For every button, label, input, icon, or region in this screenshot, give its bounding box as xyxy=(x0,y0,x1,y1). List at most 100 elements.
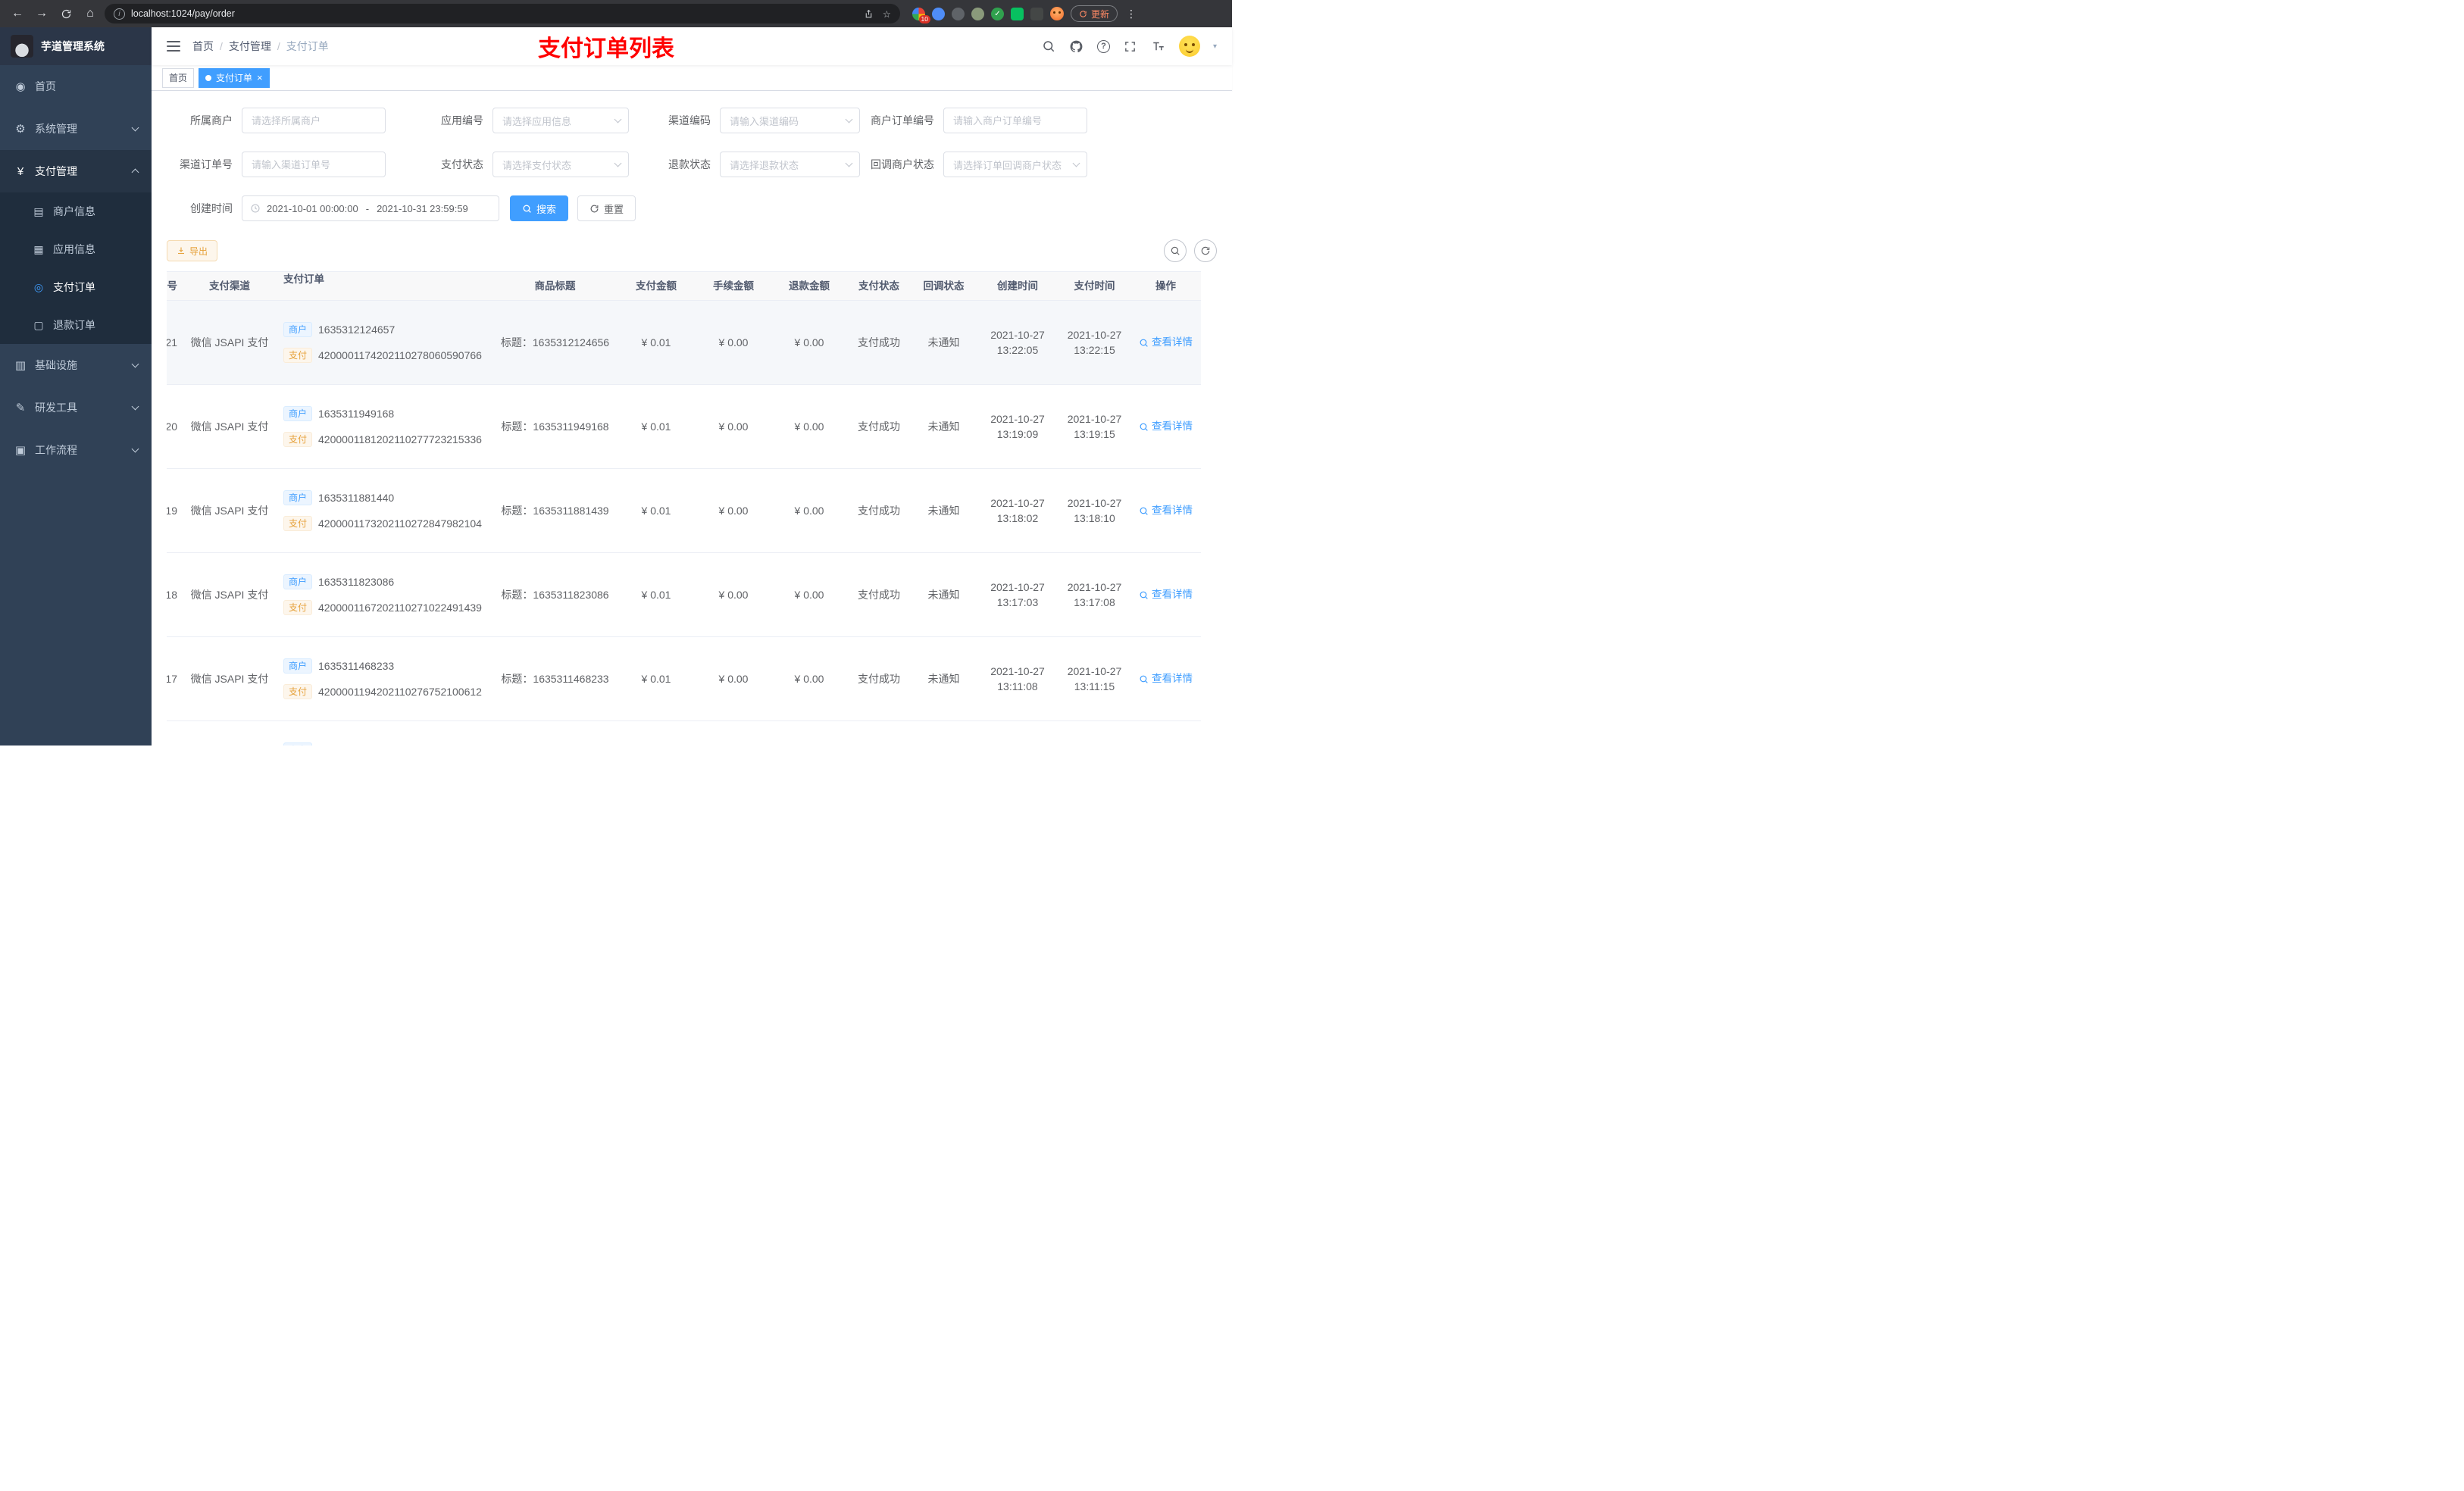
pay-channel-cell: 微信 JSAPI 支付 xyxy=(190,420,269,433)
share-icon[interactable] xyxy=(864,9,874,19)
grid-icon: ▦ xyxy=(33,242,44,255)
page-content: 所属商户 应用编号 请选择应用信息 渠道编码 请输入渠道编码 商户订单编号 xyxy=(152,91,1232,746)
active-dot-icon xyxy=(205,74,212,81)
col-header-title: 商品标题 xyxy=(534,280,576,292)
browser-reload-icon[interactable] xyxy=(56,4,76,23)
close-tab-icon[interactable]: × xyxy=(257,73,263,83)
chevron-down-icon xyxy=(845,159,853,167)
view-detail-link[interactable]: 查看详情 xyxy=(1139,419,1193,434)
create-time-range-picker[interactable]: 2021-10-01 00:00:00 - 2021-10-31 23:59:5… xyxy=(242,195,499,221)
search-icon[interactable] xyxy=(1041,39,1056,54)
browser-home-icon[interactable]: ⌂ xyxy=(80,4,100,23)
merchant-filter-input[interactable] xyxy=(242,108,386,133)
refund-amount-cell: ¥ 0.00 xyxy=(794,420,824,433)
collapse-menu-icon[interactable] xyxy=(167,41,180,52)
filter-label: 退款状态 xyxy=(668,158,711,170)
refund-amount-cell: ¥ 0.00 xyxy=(794,504,824,517)
reset-button[interactable]: 重置 xyxy=(577,195,636,221)
sidebar-item-infrastructure[interactable]: ▥ 基础设施 xyxy=(0,344,152,386)
sidebar-item-system[interactable]: ⚙ 系统管理 xyxy=(0,108,152,150)
extension-icon[interactable]: 10 xyxy=(912,7,930,23)
view-detail-link[interactable]: 查看详情 xyxy=(1139,587,1193,602)
extension-icon[interactable] xyxy=(1030,7,1043,20)
refund-amount-cell: ¥ 0.00 xyxy=(794,588,824,601)
view-detail-link[interactable]: 查看详情 xyxy=(1139,335,1193,350)
search-toggle-button[interactable] xyxy=(1164,239,1187,262)
breadcrumb-payment[interactable]: 支付管理 xyxy=(229,39,271,54)
browser-profile-avatar[interactable] xyxy=(1050,7,1064,20)
notify-status-select[interactable]: 请选择订单回调商户状态 xyxy=(943,152,1087,177)
channel-code-select[interactable]: 请输入渠道编码 xyxy=(720,108,860,133)
sidebar-item-app-info[interactable]: ▦ 应用信息 xyxy=(0,230,152,268)
view-detail-link[interactable]: 查看详情 xyxy=(1139,503,1193,518)
extension-icon[interactable] xyxy=(1011,7,1024,20)
create-time-cell: 2021-10-27 13:17:03 xyxy=(990,580,1045,608)
export-button[interactable]: 导出 xyxy=(167,240,218,261)
sidebar-item-pay-order[interactable]: ◎ 支付订单 xyxy=(0,268,152,306)
table-row: 18 微信 JSAPI 支付 商户 1635311823086 支付 42000… xyxy=(167,553,1201,637)
pay-amount-cell: ¥ 0.01 xyxy=(641,672,671,685)
order-id-cell: 21 xyxy=(167,336,177,349)
notify-status-cell: 未通知 xyxy=(927,588,960,601)
merchant-tag: 商户 xyxy=(283,742,313,746)
tab-home[interactable]: 首页 xyxy=(162,67,195,88)
col-header-action: 操作 xyxy=(1155,280,1176,292)
action-cell: 查看详情 xyxy=(1130,301,1201,384)
refund-status-select[interactable]: 请选择退款状态 xyxy=(720,152,860,177)
extension-icon[interactable] xyxy=(952,7,965,20)
fee-amount-cell: ¥ 0.00 xyxy=(718,588,749,601)
create-time-cell: 2021-10-27 13:18:02 xyxy=(990,496,1045,524)
address-bar[interactable]: i localhost:1024/pay/order ☆ xyxy=(105,4,900,23)
sidebar-item-refund-order[interactable]: ▢ 退款订单 xyxy=(0,306,152,344)
product-title-cell: 标题：1635311949168 xyxy=(501,420,609,433)
github-icon[interactable] xyxy=(1069,39,1084,54)
help-icon[interactable]: ? xyxy=(1096,39,1110,53)
pay-status-cell: 支付成功 xyxy=(858,588,900,601)
browser-forward-icon[interactable]: → xyxy=(32,4,52,23)
extension-icon[interactable] xyxy=(971,7,984,20)
target-icon: ◎ xyxy=(33,280,44,293)
pay-status-select[interactable]: 请选择支付状态 xyxy=(492,152,629,177)
sidebar-item-merchant-info[interactable]: ▤ 商户信息 xyxy=(0,192,152,230)
notify-status-cell: 未通知 xyxy=(927,336,960,349)
browser-back-icon[interactable]: ← xyxy=(8,4,27,23)
chevron-down-icon xyxy=(131,445,139,453)
refresh-button[interactable] xyxy=(1194,239,1217,262)
bookmark-star-icon[interactable]: ☆ xyxy=(883,8,891,20)
date-end: 2021-10-31 23:59:59 xyxy=(377,202,468,214)
merchant-order-no-input[interactable] xyxy=(943,108,1087,133)
yen-icon: ¥ xyxy=(17,164,24,178)
fullscreen-icon[interactable] xyxy=(1123,39,1138,54)
pay-tag: 支付 xyxy=(283,684,313,700)
sidebar-item-payment[interactable]: ¥ 支付管理 xyxy=(0,150,152,192)
create-time-cell xyxy=(977,721,1058,746)
extension-badge: 10 xyxy=(918,14,930,23)
col-header-id: 编号 xyxy=(167,280,177,292)
browser-extensions-area: 10 ✓ 更新 ⋮ xyxy=(912,5,1138,23)
merchant-tag: 商户 xyxy=(283,489,313,505)
user-avatar[interactable] xyxy=(1178,36,1200,57)
sidebar-item-home[interactable]: ◉ 首页 xyxy=(0,65,152,108)
browser-update-button[interactable]: 更新 xyxy=(1071,5,1118,22)
order-id-cell: 18 xyxy=(167,588,177,601)
sidebar-item-workflow[interactable]: ▣ 工作流程 xyxy=(0,429,152,471)
tab-pay-order[interactable]: 支付订单 × xyxy=(199,67,270,88)
app-id-select[interactable]: 请选择应用信息 xyxy=(492,108,629,133)
view-detail-link[interactable]: 查看详情 xyxy=(1139,671,1193,686)
extension-icon[interactable]: ✓ xyxy=(991,7,1004,20)
channel-order-no-input[interactable] xyxy=(242,152,386,177)
extension-icon[interactable] xyxy=(932,7,945,20)
avatar-caret-icon[interactable]: ▾ xyxy=(1213,42,1217,51)
browser-menu-icon[interactable]: ⋮ xyxy=(1124,8,1138,20)
sidebar-item-dev-tools[interactable]: ✎ 研发工具 xyxy=(0,386,152,429)
pay-amount-cell: ¥ 0.01 xyxy=(641,420,671,433)
filter-label: 所属商户 xyxy=(190,114,233,127)
pay-tag: 支付 xyxy=(283,516,313,532)
chevron-down-icon xyxy=(131,360,139,368)
font-size-icon[interactable] xyxy=(1151,39,1166,54)
url-text: localhost:1024/pay/order xyxy=(131,8,235,19)
pay-channel-cell: 微信 JSAPI 支付 xyxy=(190,336,269,349)
site-info-icon[interactable]: i xyxy=(114,8,125,20)
search-button[interactable]: 搜索 xyxy=(510,195,569,221)
breadcrumb-home[interactable]: 首页 xyxy=(192,39,214,54)
